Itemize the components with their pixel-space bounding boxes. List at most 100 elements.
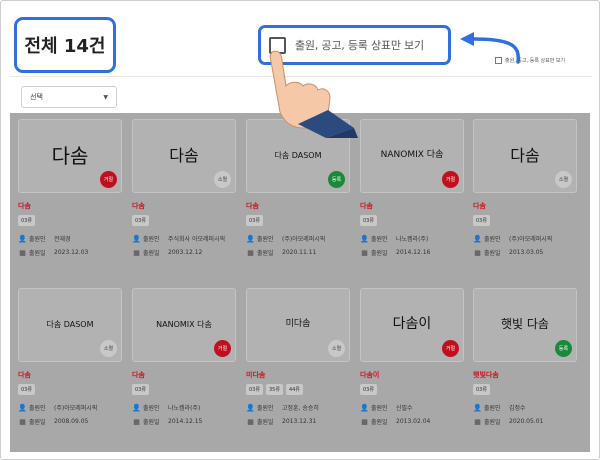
sort-select-value: 선택 — [30, 93, 43, 101]
class-chips: 03류 — [473, 384, 579, 395]
date-row: ▦ 출원일 2014.12.16 — [360, 248, 466, 258]
date-key: 출원일 — [143, 250, 160, 257]
applicant-key: 출원인 — [371, 405, 388, 412]
trademark-image: 다솜 소멸 — [473, 119, 577, 193]
trademark-card[interactable]: 다솜 거절 다솜 03류 👤 출원인 전재경 ▦ 출원일 2023.12.03 — [18, 119, 124, 257]
trademark-image: 햇빛 다솜 등록 — [473, 288, 577, 362]
date-key: 출원일 — [257, 419, 274, 426]
class-chips: 03류 — [18, 215, 124, 226]
applicant-key: 출원인 — [371, 236, 388, 243]
trademark-logo: 햇빛 다솜 — [501, 317, 549, 332]
trademark-name: 다솜 — [18, 371, 31, 379]
class-chip: 44류 — [285, 384, 303, 395]
trademark-card[interactable]: 햇빛 다솜 등록 햇빛다솜 03류 👤 출원인 김정수 ▦ 출원일 2020.0… — [473, 288, 579, 426]
applicant-row: 👤 출원인 김정수 — [473, 403, 579, 413]
status-badge: 소멸 — [214, 171, 231, 188]
trademark-card[interactable]: 미다솜 소멸 미다솜 03류 35류 44류 👤 출원인 고정훈, 송승히 ▦ 출원… — [246, 288, 352, 426]
status-badge: 소멸 — [100, 340, 117, 357]
date-row: ▦ 출원일 2003.12.12 — [132, 248, 238, 258]
trademark-image: 다솜 거절 — [18, 119, 122, 193]
class-chips: 03류 — [132, 384, 238, 395]
applicant-value: (주)아모레퍼시픽 — [54, 405, 98, 412]
pointing-hand-icon — [269, 50, 358, 138]
date-value: 2003.12.12 — [168, 249, 203, 256]
trademark-logo: 다솜 DASOM — [46, 319, 94, 329]
status-badge: 거절 — [100, 171, 117, 188]
status-badge: 등록 — [328, 171, 345, 188]
date-row: ▦ 출원일 2020.11.11 — [246, 248, 352, 258]
date-row: ▦ 출원일 2014.12.15 — [132, 417, 238, 427]
applicant-key: 출원인 — [29, 405, 46, 412]
calendar-icon: ▦ — [19, 248, 26, 257]
class-chip: 03류 — [246, 215, 263, 226]
applicant-key: 출원인 — [484, 405, 501, 412]
class-chip: 03류 — [473, 215, 490, 226]
applicant-row: 👤 출원인 나노켐라(주) — [360, 234, 466, 244]
date-key: 출원일 — [29, 250, 46, 257]
class-chip: 03류 — [132, 215, 149, 226]
filter-small[interactable]: 출원, 공고, 등록 상표만 보기 — [495, 57, 565, 64]
trademark-card[interactable]: 다솜이 거절 다솜이 03류 👤 출원인 신필수 ▦ 출원일 2013.02.0… — [360, 288, 466, 426]
class-chip: 03류 — [18, 384, 35, 395]
date-value: 2013.02.04 — [396, 418, 431, 425]
class-chip: 35류 — [265, 384, 283, 395]
date-row: ▦ 출원일 2023.12.03 — [18, 248, 124, 258]
applicant-value: 김정수 — [509, 405, 526, 412]
trademark-logo: NANOMIX 다솜 — [380, 150, 444, 161]
person-icon: 👤 — [246, 234, 255, 243]
class-chips: 03류 — [360, 215, 466, 226]
person-icon: 👤 — [246, 403, 255, 412]
applicant-row: 👤 출원인 주식회사 아모레퍼시픽 — [132, 234, 238, 244]
applicant-row: 👤 출원인 나노켐라(주) — [132, 403, 238, 413]
class-chips: 03류 — [473, 215, 579, 226]
date-key: 출원일 — [143, 419, 160, 426]
date-row: ▦ 출원일 2013.03.05 — [473, 248, 579, 258]
total-count: 전체 14건 — [14, 17, 116, 73]
class-chip: 03류 — [473, 384, 490, 395]
applicant-value: 나노켐라(주) — [168, 405, 201, 412]
calendar-icon: ▦ — [474, 417, 481, 426]
trademark-image: 다솜이 거절 — [360, 288, 464, 362]
trademark-card[interactable]: 다솜 소멸 다솜 03류 👤 출원인 (주)아모레퍼시픽 ▦ 출원일 2013.… — [473, 119, 579, 257]
trademark-card[interactable]: 다솜 DASOM 등록 다솜 03류 👤 출원인 (주)아모레퍼시픽 ▦ 출원일… — [246, 119, 352, 257]
calendar-icon: ▦ — [361, 248, 368, 257]
trademark-card[interactable]: 다솜 DASOM 소멸 다솜 03류 👤 출원인 (주)아모레퍼시픽 ▦ 출원일… — [18, 288, 124, 426]
class-chips: 03류 35류 44류 — [246, 384, 352, 395]
class-chip: 03류 — [18, 215, 35, 226]
filter-small-checkbox[interactable] — [495, 57, 502, 64]
date-key: 출원일 — [484, 419, 501, 426]
person-icon: 👤 — [132, 234, 141, 243]
class-chips: 03류 — [360, 384, 466, 395]
sort-select[interactable]: 선택 ▼ — [21, 86, 117, 108]
class-chips: 03류 — [246, 215, 352, 226]
person-icon: 👤 — [473, 234, 482, 243]
status-badge: 등록 — [555, 340, 572, 357]
trademark-card[interactable]: NANOMIX 다솜 거절 다솜 03류 👤 출원인 나노켐라(주) ▦ 출원일… — [132, 288, 238, 426]
applicant-key: 출원인 — [143, 405, 160, 412]
person-icon: 👤 — [18, 234, 27, 243]
trademark-name: 다솜 — [18, 202, 31, 210]
date-value: 2023.12.03 — [54, 249, 89, 256]
trademark-image: NANOMIX 다솜 거절 — [132, 288, 236, 362]
date-row: ▦ 출원일 2008.09.05 — [18, 417, 124, 427]
calendar-icon: ▦ — [247, 417, 254, 426]
applicant-key: 출원인 — [29, 236, 46, 243]
trademark-card[interactable]: 다솜 소멸 다솜 03류 👤 출원인 주식회사 아모레퍼시픽 ▦ 출원일 200… — [132, 119, 238, 257]
date-value: 2013.12.31 — [282, 418, 317, 425]
calendar-icon: ▦ — [361, 417, 368, 426]
trademark-name: 다솜 — [132, 202, 145, 210]
calendar-icon: ▦ — [133, 248, 140, 257]
date-key: 출원일 — [257, 250, 274, 257]
date-value: 2013.03.05 — [509, 249, 544, 256]
class-chips: 03류 — [132, 215, 238, 226]
person-icon: 👤 — [132, 403, 141, 412]
trademark-logo: 다솜 — [510, 146, 540, 166]
calendar-icon: ▦ — [474, 248, 481, 257]
trademark-name: 다솜 — [246, 202, 259, 210]
applicant-row: 👤 출원인 (주)아모레퍼시픽 — [18, 403, 124, 413]
applicant-key: 출원인 — [257, 405, 274, 412]
class-chip: 03류 — [132, 384, 149, 395]
trademark-name: 햇빛다솜 — [473, 371, 499, 379]
trademark-card[interactable]: NANOMIX 다솜 거절 다솜 03류 👤 출원인 나노켐라(주) ▦ 출원일… — [360, 119, 466, 257]
status-badge: 소멸 — [328, 340, 345, 357]
